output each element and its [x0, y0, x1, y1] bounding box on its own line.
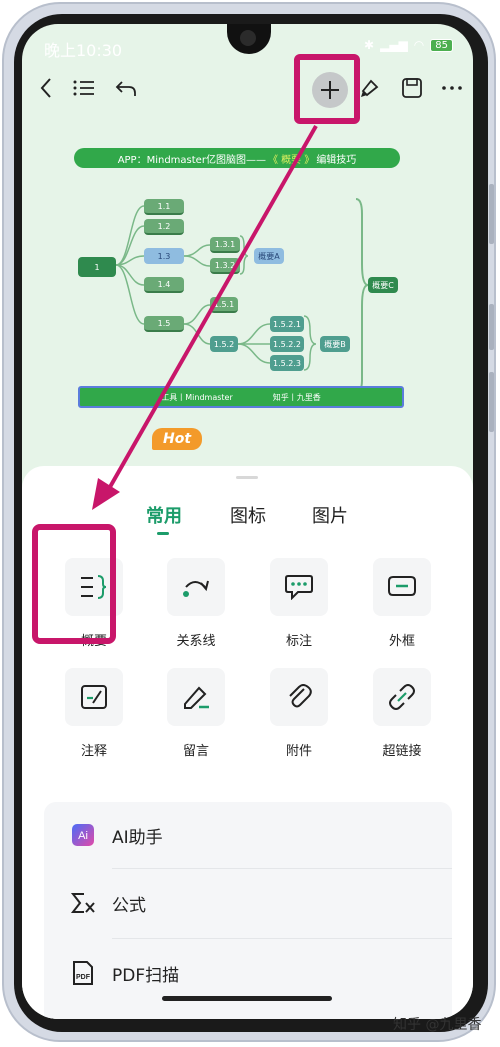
watermark: 知乎 @九里香 — [393, 1017, 482, 1033]
annotation-arrow — [92, 125, 318, 510]
